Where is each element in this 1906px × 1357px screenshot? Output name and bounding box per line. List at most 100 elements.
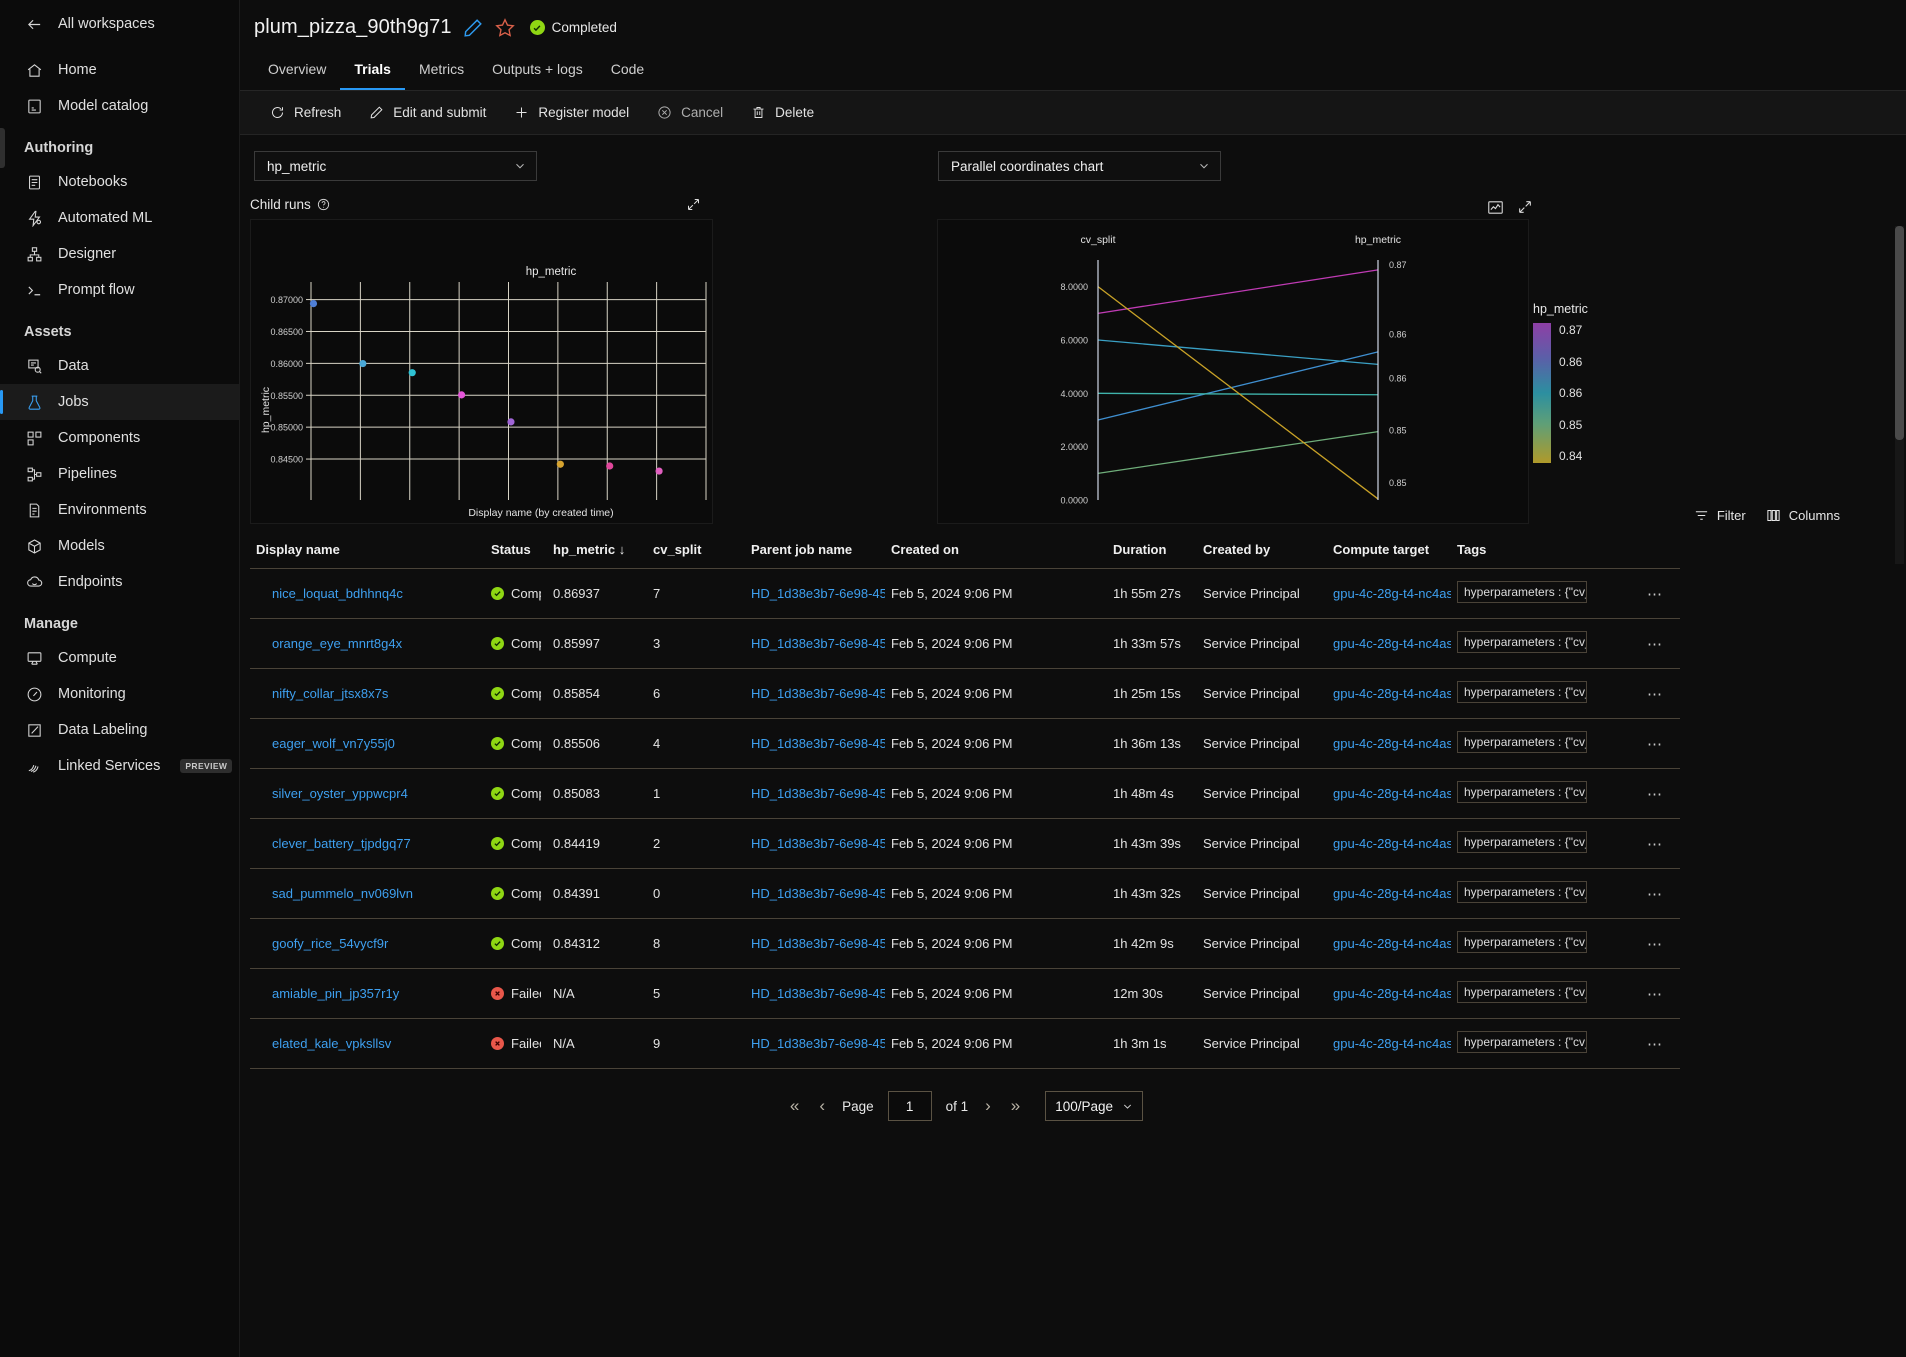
- cell-parent-job[interactable]: HD_1d38e3b7-6e98-45c6: [745, 1018, 885, 1069]
- pcp-line-chart-icon[interactable]: [1487, 199, 1504, 221]
- sidebar-item-model-catalog[interactable]: Model catalog: [0, 88, 239, 124]
- sidebar-item-home[interactable]: Home: [0, 52, 239, 88]
- table-row[interactable]: eager_wolf_vn7y55j0 Comple 0.855064 HD_1d38…: [250, 718, 1680, 769]
- display-name-link[interactable]: clever_battery_tjpdgq77: [256, 836, 411, 851]
- display-name-link[interactable]: silver_oyster_yppwcpr4: [256, 786, 408, 801]
- tag-chip[interactable]: hyperparameters : {"cv_: [1457, 881, 1587, 903]
- column-header[interactable]: hp_metric ↓: [547, 533, 647, 569]
- tag-chip[interactable]: hyperparameters : {"cv_: [1457, 731, 1587, 753]
- sidebar-item-pipelines[interactable]: Pipelines: [0, 456, 239, 492]
- table-row[interactable]: elated_kale_vpksllsv Failed N/A9 HD_1d38e3b…: [250, 1018, 1680, 1069]
- cell-row-menu[interactable]: ⋯: [1641, 868, 1680, 919]
- chevron-double-left-icon[interactable]: «: [787, 1096, 802, 1116]
- cell-tags[interactable]: hyperparameters : {"cv_: [1451, 868, 1641, 919]
- metric-select[interactable]: hp_metric: [254, 151, 537, 181]
- scatter-point[interactable]: [556, 460, 564, 468]
- table-row[interactable]: orange_eye_mnrt8g4x Comple 0.859973 HD_1d38…: [250, 618, 1680, 669]
- cell-tags[interactable]: hyperparameters : {"cv_: [1451, 568, 1641, 619]
- cell-tags[interactable]: hyperparameters : {"cv_: [1451, 968, 1641, 1019]
- table-row[interactable]: amiable_pin_jp357r1y Failed N/A5 HD_1d38e3b…: [250, 968, 1680, 1019]
- scatter-point[interactable]: [359, 359, 367, 368]
- compute-target-link[interactable]: gpu-4c-28g-t4-nc4ast: [1333, 886, 1451, 901]
- pcp-series-line[interactable]: [1097, 339, 1379, 366]
- delete-button[interactable]: Delete: [739, 99, 826, 126]
- cell-parent-job[interactable]: HD_1d38e3b7-6e98-45c6: [745, 968, 885, 1019]
- page-size-select[interactable]: 100/Page: [1045, 1091, 1144, 1121]
- pcp-series-line[interactable]: [1097, 269, 1379, 314]
- cell-row-menu[interactable]: ⋯: [1641, 1018, 1680, 1069]
- compute-target-link[interactable]: gpu-4c-28g-t4-nc4ast: [1333, 986, 1451, 1001]
- table-row[interactable]: nifty_collar_jtsx8x7s Comple 0.858546 HD_1d…: [250, 668, 1680, 719]
- tag-chip[interactable]: hyperparameters : {"cv_: [1457, 831, 1587, 853]
- display-name-link[interactable]: eager_wolf_vn7y55j0: [256, 736, 395, 751]
- column-header[interactable]: Parent job name: [745, 533, 885, 569]
- tag-chip[interactable]: hyperparameters : {"cv_: [1457, 581, 1587, 603]
- sidebar-scroll-indicator[interactable]: [0, 128, 5, 168]
- parent-job-link[interactable]: HD_1d38e3b7-6e98-45c6: [751, 836, 885, 851]
- cell-row-menu[interactable]: ⋯: [1641, 668, 1680, 719]
- table-row[interactable]: goofy_rice_54vycf9r Comple 0.843128 HD_1d38…: [250, 918, 1680, 969]
- row-overflow-menu-icon[interactable]: ⋯: [1647, 836, 1663, 853]
- cell-row-menu[interactable]: ⋯: [1641, 918, 1680, 969]
- parallel-coordinates-chart[interactable]: cv_split hp_metric 8.0000 6.0000 4.0000 2.0…: [937, 219, 1529, 524]
- cell-parent-job[interactable]: HD_1d38e3b7-6e98-45c6: [745, 818, 885, 869]
- edit-and-submit-button[interactable]: Edit and submit: [357, 99, 498, 126]
- sidebar-item-components[interactable]: Components: [0, 420, 239, 456]
- row-overflow-menu-icon[interactable]: ⋯: [1647, 586, 1663, 603]
- compute-target-link[interactable]: gpu-4c-28g-t4-nc4ast: [1333, 786, 1451, 801]
- cell-parent-job[interactable]: HD_1d38e3b7-6e98-45c6: [745, 718, 885, 769]
- sidebar-item-automated-ml[interactable]: Automated ML: [0, 200, 239, 236]
- display-name-link[interactable]: goofy_rice_54vycf9r: [256, 936, 388, 951]
- column-header[interactable]: Created on: [885, 533, 1107, 569]
- scatter-point[interactable]: [408, 369, 416, 377]
- scatter-point[interactable]: [457, 391, 466, 399]
- parent-job-link[interactable]: HD_1d38e3b7-6e98-45c6: [751, 636, 885, 651]
- columns-button[interactable]: Columns: [1766, 508, 1840, 523]
- cell-compute-target[interactable]: gpu-4c-28g-t4-nc4ast: [1327, 568, 1451, 619]
- chart-type-select[interactable]: Parallel coordinates chart: [938, 151, 1221, 181]
- cell-parent-job[interactable]: HD_1d38e3b7-6e98-45c6: [745, 668, 885, 719]
- cell-display-name[interactable]: orange_eye_mnrt8g4x: [250, 618, 485, 669]
- column-header[interactable]: Duration: [1107, 533, 1197, 569]
- parent-job-link[interactable]: HD_1d38e3b7-6e98-45c6: [751, 886, 885, 901]
- parent-job-link[interactable]: HD_1d38e3b7-6e98-45c6: [751, 686, 885, 701]
- cell-display-name[interactable]: elated_kale_vpksllsv: [250, 1018, 485, 1069]
- column-header[interactable]: Compute target: [1327, 533, 1451, 569]
- scatter-point[interactable]: [309, 299, 318, 308]
- cell-compute-target[interactable]: gpu-4c-28g-t4-nc4ast: [1327, 818, 1451, 869]
- table-row[interactable]: nice_loquat_bdhhnq4c Comple 0.869377 HD_1d3…: [250, 568, 1680, 619]
- cell-tags[interactable]: hyperparameters : {"cv_: [1451, 1018, 1641, 1069]
- column-header[interactable]: Created by: [1197, 533, 1327, 569]
- question-circle-icon[interactable]: [317, 198, 330, 211]
- cell-display-name[interactable]: nifty_collar_jtsx8x7s: [250, 668, 485, 719]
- cell-row-menu[interactable]: ⋯: [1641, 568, 1680, 619]
- cell-display-name[interactable]: eager_wolf_vn7y55j0: [250, 718, 485, 769]
- chevron-double-right-icon[interactable]: »: [1008, 1096, 1023, 1116]
- sidebar-item-data-labeling[interactable]: Data Labeling: [0, 712, 239, 748]
- pcp-series-line[interactable]: [1097, 351, 1379, 421]
- display-name-link[interactable]: nifty_collar_jtsx8x7s: [256, 686, 388, 701]
- sidebar-item-jobs[interactable]: Jobs: [0, 384, 239, 420]
- sidebar-item-endpoints[interactable]: Endpoints: [0, 564, 239, 600]
- tab-trials[interactable]: Trials: [340, 53, 405, 90]
- compute-target-link[interactable]: gpu-4c-28g-t4-nc4ast: [1333, 636, 1451, 651]
- row-overflow-menu-icon[interactable]: ⋯: [1647, 1036, 1663, 1053]
- tag-chip[interactable]: hyperparameters : {"cv_: [1457, 631, 1587, 653]
- cell-parent-job[interactable]: HD_1d38e3b7-6e98-45c6: [745, 768, 885, 819]
- refresh-button[interactable]: Refresh: [258, 99, 353, 126]
- cell-compute-target[interactable]: gpu-4c-28g-t4-nc4ast: [1327, 768, 1451, 819]
- sidebar-back-all-workspaces[interactable]: All workspaces: [0, 6, 239, 42]
- tag-chip[interactable]: hyperparameters : {"cv_: [1457, 681, 1587, 703]
- row-overflow-menu-icon[interactable]: ⋯: [1647, 986, 1663, 1003]
- cell-row-menu[interactable]: ⋯: [1641, 768, 1680, 819]
- cell-compute-target[interactable]: gpu-4c-28g-t4-nc4ast: [1327, 1018, 1451, 1069]
- expand-child-runs-icon[interactable]: [686, 197, 701, 217]
- cell-row-menu[interactable]: ⋯: [1641, 718, 1680, 769]
- cell-display-name[interactable]: goofy_rice_54vycf9r: [250, 918, 485, 969]
- cell-tags[interactable]: hyperparameters : {"cv_: [1451, 818, 1641, 869]
- table-row[interactable]: clever_battery_tjpdgq77 Comple 0.844192 HD_…: [250, 818, 1680, 869]
- cell-display-name[interactable]: silver_oyster_yppwcpr4: [250, 768, 485, 819]
- compute-target-link[interactable]: gpu-4c-28g-t4-nc4ast: [1333, 736, 1451, 751]
- parent-job-link[interactable]: HD_1d38e3b7-6e98-45c6: [751, 586, 885, 601]
- parent-job-link[interactable]: HD_1d38e3b7-6e98-45c6: [751, 736, 885, 751]
